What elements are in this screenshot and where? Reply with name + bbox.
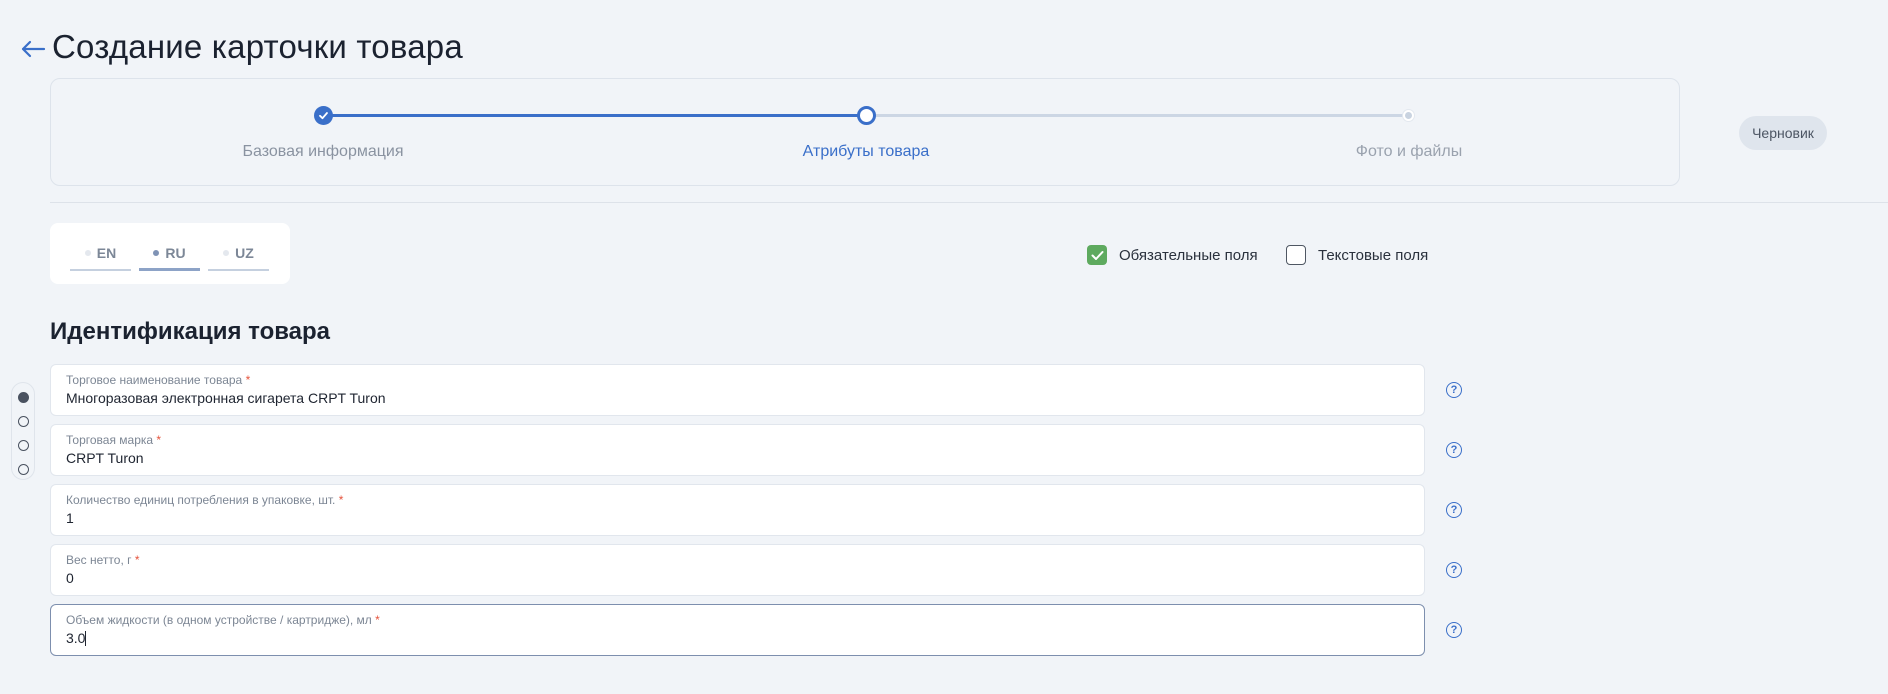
lang-tab-uz[interactable]: UZ [208,245,269,271]
net-weight-field[interactable]: Вес нетто, г * 0 [50,544,1425,596]
section-nav-dot[interactable] [18,440,29,451]
lang-tab-ru[interactable]: RU [139,245,200,271]
liquid-volume-field[interactable]: Объем жидкости (в одном устройстве / кар… [50,604,1425,656]
help-icon[interactable]: ? [1446,382,1462,398]
lang-tab-underline [139,268,200,271]
field-value[interactable]: Многоразовая электронная сигарета CRPT T… [66,390,386,406]
help-icon[interactable]: ? [1446,622,1462,638]
lang-status-dot [84,250,91,256]
trade-name-field[interactable]: Торговое наименование товара * Многоразо… [50,364,1425,416]
lang-tab-label: RU [165,245,186,261]
status-badge: Черновик [1739,116,1827,150]
required-mark: * [156,433,162,447]
step-pending-marker[interactable] [1403,110,1414,121]
text-caret [85,631,87,646]
checkbox-label: Текстовые поля [1318,246,1429,264]
step-label-photos-files[interactable]: Фото и файлы [1259,143,1559,161]
required-mark: * [245,373,251,387]
help-icon[interactable]: ? [1446,442,1462,458]
lang-status-dot [223,250,230,256]
required-mark: * [134,553,140,567]
step-done-check-icon[interactable] [314,106,333,125]
step-label-attributes[interactable]: Атрибуты товара [716,143,1016,161]
text-fields-checkbox[interactable]: Текстовые поля [1286,245,1428,265]
section-nav-dot[interactable] [18,392,29,403]
divider [50,202,1888,203]
help-icon[interactable]: ? [1446,502,1462,518]
field-value[interactable]: 0 [66,570,74,586]
language-switcher: EN RU UZ [50,223,290,284]
field-value[interactable]: CRPT Turon [66,450,144,466]
step-active-marker[interactable] [857,106,876,125]
section-title: Идентификация товара [50,318,331,345]
lang-tab-underline [208,269,269,271]
product-card-page: Создание карточки товара Базовая информа… [0,0,1888,694]
stepper-track-pending [866,114,1409,117]
checkbox-unchecked-icon[interactable] [1286,245,1306,265]
required-mark: * [338,493,344,507]
field-value[interactable]: 1 [66,510,74,526]
help-icon[interactable]: ? [1446,562,1462,578]
lang-tab-en[interactable]: EN [70,245,131,271]
stepper-track-done [323,114,866,117]
step-label-basic-info[interactable]: Базовая информация [173,143,473,161]
checkbox-label: Обязательные поля [1119,246,1258,264]
field-label: Торговая марка * [66,433,162,447]
brand-field[interactable]: Торговая марка * CRPT Turon [50,424,1425,476]
lang-tab-label: UZ [235,245,254,261]
field-value[interactable]: 3.0 [66,630,87,646]
lang-tab-underline [70,269,131,271]
section-nav-dot[interactable] [18,464,29,475]
progress-stepper: Базовая информация Атрибуты товара Фото … [50,78,1680,186]
field-label: Объем жидкости (в одном устройстве / кар… [66,613,380,627]
section-nav [11,382,35,480]
lang-tab-label: EN [96,245,117,261]
field-label: Вес нетто, г * [66,553,140,567]
required-mark: * [375,613,380,627]
units-per-package-field[interactable]: Количество единиц потребления в упаковке… [50,484,1425,536]
field-label: Торговое наименование товара * [66,373,251,387]
page-title: Создание карточки товара [52,28,463,65]
required-fields-checkbox[interactable]: Обязательные поля [1087,245,1258,265]
lang-status-dot [153,250,160,256]
field-label: Количество единиц потребления в упаковке… [66,493,344,507]
back-arrow-icon[interactable] [18,34,48,64]
section-nav-dot[interactable] [18,416,29,427]
checkbox-checked-icon[interactable] [1087,245,1107,265]
